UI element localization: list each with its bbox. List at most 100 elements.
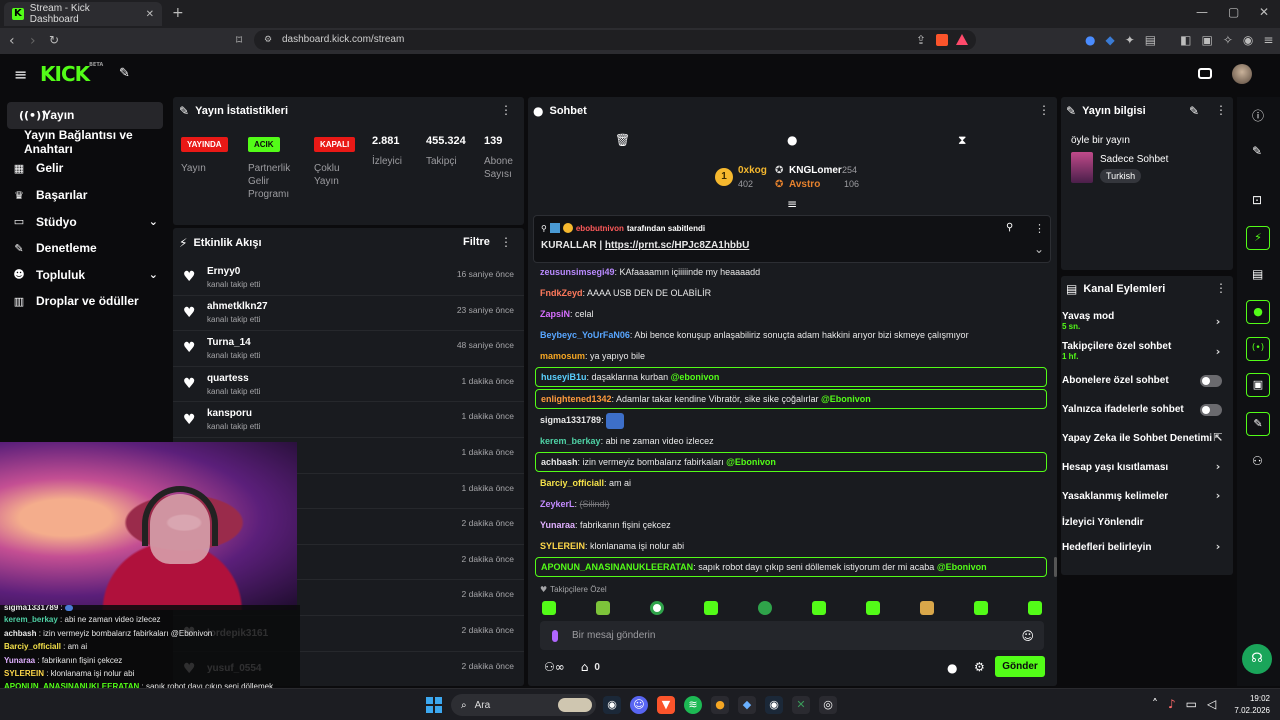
chat-username[interactable]: achbash bbox=[541, 457, 578, 467]
activity-user[interactable]: kansporu bbox=[207, 408, 260, 419]
sidebar-item-yayin[interactable]: ((•)) Yayın bbox=[7, 102, 163, 129]
action-banned-words[interactable]: Yasaklanmış kelimeler › bbox=[1062, 489, 1230, 502]
brave-shield-icon[interactable] bbox=[936, 34, 948, 46]
sidebar-item-stream-key[interactable]: Yayın Bağlantısı ve Anahtarı bbox=[0, 128, 170, 156]
app-icon[interactable]: ◆ bbox=[738, 696, 756, 714]
pencil-icon[interactable]: ✎ bbox=[1252, 144, 1262, 158]
mic-tray-icon[interactable]: ♪ bbox=[1168, 697, 1176, 711]
clock[interactable]: 19:02 7.02.2026 bbox=[1228, 693, 1270, 717]
wrench-widget-icon[interactable]: ✎ bbox=[1246, 412, 1270, 436]
action-ai-moderation[interactable]: Yapay Zeka ile Sohbet Denetimi ⇱ bbox=[1062, 431, 1230, 444]
chat-username[interactable]: Barciy_officiall bbox=[540, 478, 604, 488]
volume-icon[interactable]: ◁ bbox=[1207, 697, 1216, 711]
site-info-icon[interactable]: ⚙ bbox=[264, 30, 272, 50]
mention[interactable]: @Ebonivon bbox=[821, 394, 871, 404]
category-thumbnail[interactable] bbox=[1071, 152, 1093, 183]
bolt-widget-icon[interactable]: ⚡ bbox=[1246, 226, 1270, 250]
leader-1-name[interactable]: 0xkog bbox=[738, 165, 767, 176]
category-name[interactable]: Sadece Sohbet bbox=[1100, 154, 1168, 165]
emote-icon[interactable] bbox=[920, 601, 934, 615]
reader-icon[interactable]: ▤ bbox=[1145, 33, 1156, 47]
spotify-icon[interactable]: ≋ bbox=[684, 696, 702, 714]
capture-icon[interactable]: ⊡ bbox=[1252, 193, 1262, 207]
app-icon[interactable]: ● bbox=[711, 696, 729, 714]
discord-icon[interactable]: ☺ bbox=[630, 696, 648, 714]
activity-user[interactable]: Turna_14 bbox=[207, 337, 260, 348]
extensions-puzzle-icon[interactable]: ✦ bbox=[1125, 33, 1135, 47]
document-icon[interactable]: ▤ bbox=[1252, 267, 1263, 281]
activity-more-icon[interactable]: ⋮ bbox=[500, 235, 512, 249]
chat-username[interactable]: Beybeyc_YoUrFaN06 bbox=[540, 330, 630, 340]
action-emotes-only[interactable]: Yalnızca ifadelerle sohbet bbox=[1062, 404, 1230, 418]
pinned-user[interactable]: ebobutnivon bbox=[576, 224, 624, 233]
chat-username[interactable]: APONUN_ANASINANUKLEERATAN bbox=[541, 562, 693, 572]
expand-leaderboard-icon[interactable]: ≡ bbox=[787, 197, 797, 211]
bookmark-icon[interactable]: ⌑ bbox=[236, 33, 242, 47]
action-slow-mode[interactable]: Yavaş mod 5 sn. › bbox=[1062, 311, 1230, 331]
chat-username[interactable]: zeusunsimsegi49 bbox=[540, 267, 615, 277]
emotes-only-toggle[interactable] bbox=[1200, 404, 1222, 416]
activity-user[interactable]: quartess bbox=[207, 373, 260, 384]
chat-username[interactable]: mamosum bbox=[540, 351, 585, 361]
chat-username[interactable]: kerem_berkay bbox=[540, 436, 601, 446]
chat-more-icon[interactable]: ⋮ bbox=[1038, 103, 1050, 117]
action-goals[interactable]: Hedefleri belirleyin › bbox=[1062, 540, 1230, 553]
extension-1-icon[interactable]: ● bbox=[1085, 33, 1095, 47]
vpn-icon[interactable]: ◉ bbox=[1243, 33, 1253, 47]
edit-icon[interactable]: ✎ bbox=[1189, 104, 1199, 118]
emote-icon[interactable] bbox=[758, 601, 772, 615]
brave-icon[interactable]: ▼ bbox=[657, 696, 675, 714]
kick-logo[interactable]: KICKBETA bbox=[40, 62, 103, 86]
action-account-age[interactable]: Hesap yaşı kısıtlaması › bbox=[1062, 460, 1230, 473]
pinned-message[interactable]: ⚲ ebobutnivon tarafından sabitlendi KURA… bbox=[533, 215, 1051, 263]
emote-icon[interactable] bbox=[650, 601, 664, 615]
stream-tag[interactable]: Turkish bbox=[1100, 169, 1142, 183]
chat-username[interactable]: ZapsiN bbox=[540, 309, 570, 319]
settings-icon[interactable]: ⚙ bbox=[974, 660, 985, 674]
activity-user[interactable]: Ernyy0 bbox=[207, 266, 260, 277]
subscribers-only-toggle[interactable] bbox=[1200, 375, 1222, 387]
mic-icon[interactable] bbox=[552, 629, 558, 642]
action-followers-only[interactable]: Takipçilere özel sohbet 1 hf. › bbox=[1062, 341, 1230, 361]
pinned-link[interactable]: https://prnt.sc/HPJc8ZA1hbbU bbox=[605, 240, 749, 251]
chat-username[interactable]: FndkZeyd bbox=[540, 288, 583, 298]
stream-info-more-icon[interactable]: ⋮ bbox=[1215, 103, 1227, 117]
sidebar-item-basarilar[interactable]: ♛ Başarılar bbox=[0, 182, 170, 209]
emote-icon[interactable] bbox=[812, 601, 826, 615]
forward-icon[interactable]: › bbox=[30, 33, 36, 49]
mention[interactable]: @Ebonivon bbox=[726, 457, 776, 467]
menu-icon[interactable]: ≡ bbox=[1263, 33, 1273, 47]
avatar[interactable] bbox=[1232, 64, 1252, 84]
start-button[interactable] bbox=[426, 697, 442, 713]
reload-icon[interactable]: ↻ bbox=[49, 33, 59, 47]
sidebar-item-denetleme[interactable]: ✎ Denetleme bbox=[0, 235, 170, 262]
browser-tab[interactable]: K Stream - Kick Dashboard ✕ bbox=[4, 2, 162, 26]
chat-username[interactable]: Yunaraa bbox=[540, 520, 575, 530]
emote-icon[interactable] bbox=[866, 601, 880, 615]
chat-scrollbar[interactable] bbox=[1054, 557, 1057, 577]
emote-icon[interactable] bbox=[974, 601, 988, 615]
chat-bubble-icon[interactable]: ● bbox=[947, 661, 957, 675]
emoji-picker-icon[interactable]: ☺ bbox=[1021, 629, 1034, 643]
maximize-icon[interactable]: ▢ bbox=[1228, 5, 1239, 19]
chat-widget-icon[interactable]: ● bbox=[1246, 300, 1270, 324]
channel-actions-more-icon[interactable]: ⋮ bbox=[1215, 281, 1227, 295]
chat-username[interactable]: ZeykerL bbox=[540, 499, 575, 509]
share-icon[interactable]: ⇪ bbox=[916, 30, 926, 50]
brave-rewards-icon[interactable] bbox=[956, 34, 968, 45]
sidebar-toggle-icon[interactable]: ◧ bbox=[1180, 33, 1191, 47]
broadcast-widget-icon[interactable]: (•) bbox=[1246, 337, 1270, 361]
chat-username[interactable]: huseyiB1u bbox=[541, 372, 587, 382]
minimize-icon[interactable]: — bbox=[1196, 5, 1208, 19]
leader-3-name[interactable]: Avstro bbox=[789, 179, 820, 190]
emote-icon[interactable] bbox=[1028, 601, 1042, 615]
hamburger-menu-icon[interactable]: ≡ bbox=[14, 65, 27, 84]
emote-icon[interactable] bbox=[704, 601, 718, 615]
ai-icon[interactable]: ✧ bbox=[1223, 33, 1233, 47]
excel-icon[interactable]: ✕ bbox=[792, 696, 810, 714]
emote-icon[interactable] bbox=[596, 601, 610, 615]
sidebar-item-droplar[interactable]: ▥ Droplar ve ödüller bbox=[0, 288, 170, 315]
chat-username[interactable]: SYLEREIN bbox=[540, 541, 585, 551]
steam-alt-icon[interactable]: ◉ bbox=[765, 696, 783, 714]
unpin-icon[interactable]: ⚲ bbox=[1006, 222, 1013, 233]
